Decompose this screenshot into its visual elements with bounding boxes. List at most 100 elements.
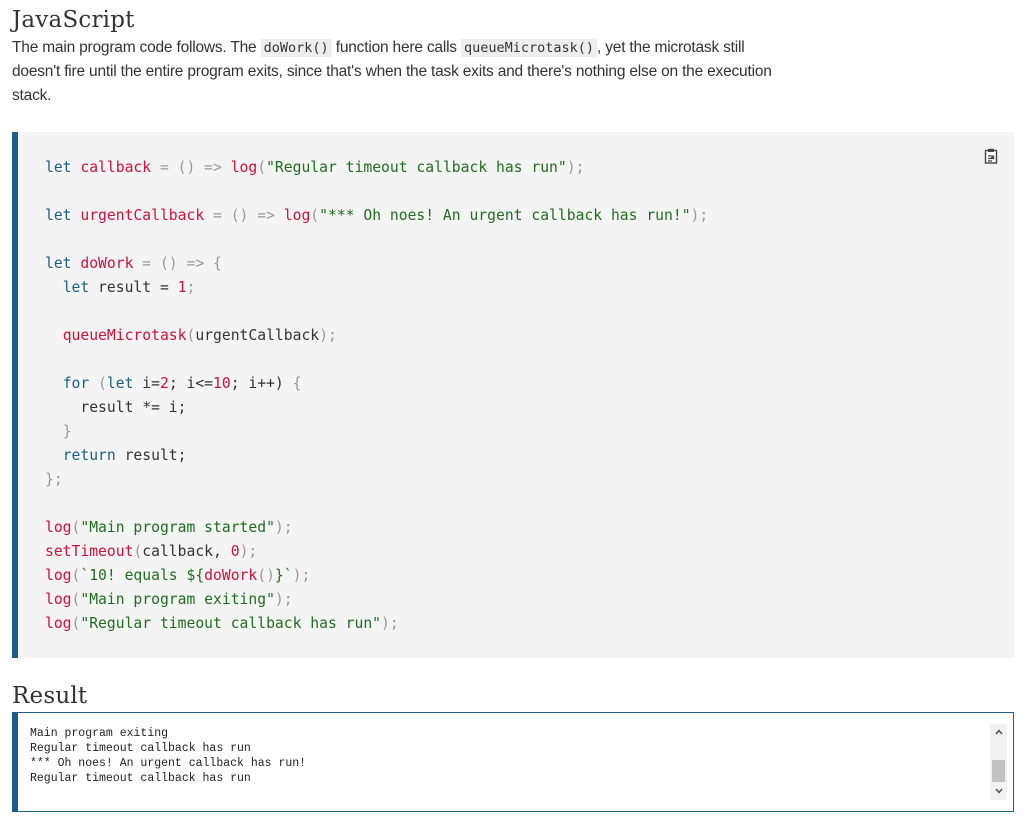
code-punctuation: }; <box>45 471 63 488</box>
code-line: return result; <box>45 444 708 468</box>
code-punctuation: ; <box>186 279 196 296</box>
code-keyword: let <box>45 159 72 176</box>
code-function: log <box>45 615 72 632</box>
code-string: }` <box>274 567 293 584</box>
code-string: "Main program started" <box>80 519 275 536</box>
code-text: result = <box>89 279 178 296</box>
code-punctuation: ( <box>89 375 107 392</box>
result-line: Regular timeout callback has run <box>30 742 251 755</box>
code-number: 0 <box>230 543 240 560</box>
code-punctuation: ( <box>186 327 196 344</box>
code-block[interactable]: let callback = () => log("Regular timeou… <box>12 132 1014 658</box>
code-string: "*** Oh noes! An urgent callback has run… <box>319 207 691 224</box>
code-function: log <box>45 519 72 536</box>
result-output: Main program exiting Regular timeout call… <box>30 726 306 786</box>
inline-code-queuemicrotask: queueMicrotask() <box>460 39 598 57</box>
code-line: queueMicrotask(urgentCallback); <box>45 324 708 348</box>
code-line: log("Main program started"); <box>45 516 708 540</box>
result-scrollbar[interactable] <box>990 724 1007 800</box>
code-keyword: for <box>62 375 90 392</box>
code-function: doWork <box>204 567 258 584</box>
code-punctuation: ); <box>566 159 585 176</box>
code-line: result *= i; <box>45 396 708 420</box>
code-line: log("Regular timeout callback has run"); <box>45 612 708 636</box>
code-identifier: urgentCallback <box>80 207 205 224</box>
code-string: `10! equals ${ <box>80 567 205 584</box>
code-line: for (let i=2; i<=10; i++) { <box>45 372 708 396</box>
code-punctuation: ( <box>133 543 143 560</box>
code-line: let result = 1; <box>45 276 708 300</box>
code-text: callback, <box>142 543 231 560</box>
scroll-up-button[interactable] <box>990 724 1007 741</box>
code-line: }; <box>45 468 708 492</box>
code-text: i= <box>133 375 160 392</box>
code-string: "Main program exiting" <box>80 591 275 608</box>
code-punctuation: ); <box>319 327 337 344</box>
code-line: let callback = () => log("Regular timeou… <box>45 156 708 180</box>
code-identifier: doWork <box>80 255 134 272</box>
code-punctuation: () <box>257 567 275 584</box>
copy-to-clipboard-button[interactable] <box>984 148 998 164</box>
scroll-down-button[interactable] <box>990 783 1007 800</box>
code-line: let doWork = () => { <box>45 252 708 276</box>
code-string: "Regular timeout callback has run" <box>266 159 567 176</box>
code-listing: let callback = () => log("Regular timeou… <box>45 156 708 636</box>
chevron-up-icon <box>994 729 1003 735</box>
code-keyword: return <box>62 447 116 464</box>
javascript-heading: JavaScript <box>12 7 135 33</box>
code-keyword: let <box>45 255 72 272</box>
code-punctuation: ( <box>257 159 267 176</box>
code-punctuation: ); <box>274 519 293 536</box>
scrollbar-thumb[interactable] <box>992 760 1005 782</box>
result-output-frame[interactable]: Main program exiting Regular timeout call… <box>12 712 1014 812</box>
code-punctuation: { <box>213 255 222 272</box>
code-punctuation: { <box>292 375 302 392</box>
code-text: ; i<= <box>168 375 214 392</box>
code-function: log <box>230 159 258 176</box>
code-line: log(`10! equals ${doWork()}`); <box>45 564 708 588</box>
code-function: queueMicrotask <box>62 327 187 344</box>
code-line: let urgentCallback = () => log("*** Oh n… <box>45 204 708 228</box>
code-punctuation: ); <box>690 207 709 224</box>
code-text: result; <box>115 447 187 464</box>
code-keyword: let <box>106 375 134 392</box>
code-keyword: let <box>45 207 72 224</box>
code-line: } <box>45 420 708 444</box>
code-punctuation: ); <box>381 615 399 632</box>
code-operator: = () => <box>151 159 231 176</box>
clipboard-icon <box>984 148 998 164</box>
code-punctuation: ); <box>292 567 311 584</box>
result-line: Main program exiting <box>30 727 169 740</box>
code-identifier: callback <box>80 159 152 176</box>
code-function: setTimeout <box>45 543 134 560</box>
code-punctuation: ( <box>310 207 320 224</box>
result-line: Regular timeout callback has run <box>30 772 251 785</box>
code-punctuation: } <box>62 423 72 440</box>
description-text-1: The main program code follows. The <box>12 39 261 56</box>
code-operator: = () => <box>204 207 284 224</box>
code-operator: = () => <box>133 255 214 272</box>
inline-code-dowork: doWork() <box>260 39 332 57</box>
description-text-2: function here calls <box>331 39 461 56</box>
code-function: log <box>283 207 311 224</box>
code-text: result *= i; <box>80 399 187 416</box>
code-text: ; i++) <box>230 375 293 392</box>
code-string: "Regular timeout callback has run" <box>80 615 382 632</box>
code-text: urgentCallback <box>195 327 320 344</box>
code-line: log("Main program exiting"); <box>45 588 708 612</box>
description-paragraph: The main program code follows. The doWor… <box>12 36 782 108</box>
code-function: log <box>45 567 72 584</box>
code-number: 1 <box>177 279 187 296</box>
code-function: log <box>45 591 72 608</box>
result-line: *** Oh noes! An urgent callback has run! <box>30 757 307 770</box>
code-punctuation: ); <box>274 591 293 608</box>
code-line: setTimeout(callback, 0); <box>45 540 708 564</box>
code-keyword: let <box>62 279 90 296</box>
chevron-down-icon <box>994 788 1003 794</box>
code-number: 2 <box>159 375 169 392</box>
code-number: 10 <box>213 375 231 392</box>
